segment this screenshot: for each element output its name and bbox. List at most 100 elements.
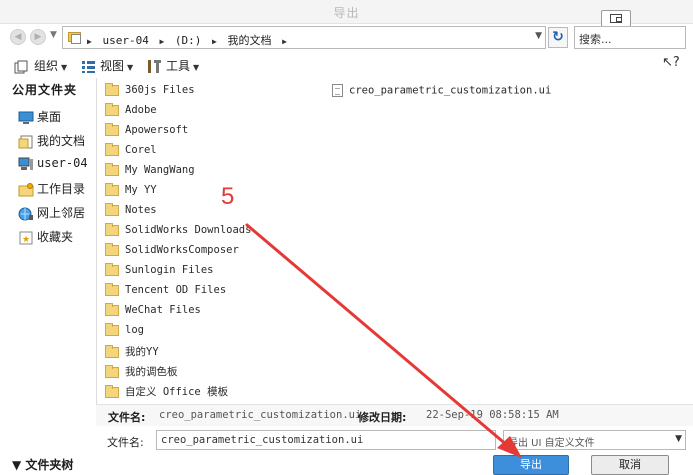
file-icon (332, 84, 343, 97)
tools-icon (148, 60, 161, 73)
history-dropdown-button[interactable]: ▼ (50, 30, 57, 40)
list-item-folder[interactable]: Notes (105, 202, 157, 222)
views-icon (82, 60, 95, 73)
list-item-folder[interactable]: 我的调色板 (105, 364, 178, 382)
list-item-folder[interactable]: Corel (105, 142, 157, 162)
chevron-down-icon: ▼ (50, 30, 57, 40)
sidebar-item-working-dir[interactable]: 工作目录 (18, 180, 85, 198)
sidebar: 公用文件夹 桌面 我的文档 user-04 工作目录 网上邻居 ★ 收藏夹 (0, 78, 95, 458)
export-button[interactable]: 导出 (493, 455, 569, 475)
details-date-value: 22-Sep-19 08:58:15 AM (426, 409, 559, 421)
sidebar-title: 公用文件夹 (12, 83, 78, 97)
folder-icon (105, 82, 119, 96)
annotation-step-number: 5 (221, 183, 235, 210)
back-button[interactable]: ◀ (10, 29, 26, 45)
folder-tree-label: 文件夹树 (25, 458, 74, 472)
folder-name: SolidWorksComposer (125, 244, 239, 256)
breadcrumb-separator-icon: ▶ (87, 37, 92, 46)
sidebar-item-favorites[interactable]: ★ 收藏夹 (18, 228, 73, 246)
list-item-folder[interactable]: Apowersoft (105, 122, 188, 142)
help-pointer-icon[interactable]: ↖? (662, 55, 680, 70)
chevron-down-icon: ▼ (193, 63, 200, 72)
folder-icon (105, 182, 119, 196)
list-item-folder[interactable]: SolidWorksComposer (105, 242, 239, 262)
folder-icon (105, 102, 119, 116)
sidebar-item-label: 网上邻居 (37, 206, 86, 220)
organize-label: 组织 (34, 59, 59, 73)
folder-icon (105, 282, 119, 296)
folder-name: Tencent OD Files (125, 284, 227, 296)
sidebar-item-documents[interactable]: 我的文档 (18, 132, 85, 150)
breadcrumb-item-folder[interactable]: 我的文档 (227, 34, 271, 47)
folder-name: My YY (125, 184, 157, 196)
breadcrumb-item-computer[interactable]: user-04 (102, 34, 148, 47)
window-icon (610, 14, 622, 23)
folder-name: Adobe (125, 104, 157, 116)
folder-tree-toggle[interactable]: ▼ 文件夹树 (12, 456, 73, 473)
folder-icon (105, 222, 119, 236)
views-menu-button[interactable]: 视图 ▼ (81, 57, 133, 75)
restore-window-button[interactable] (601, 10, 631, 27)
breadcrumb-separator-icon: ▶ (212, 37, 217, 46)
sidebar-item-computer[interactable]: user-04 (18, 156, 88, 174)
collapse-arrow-icon: ▼ (12, 458, 26, 472)
list-item-folder[interactable]: 我的YY (105, 344, 159, 362)
filename-row: 文件名: creo_parametric_customization.ui 导出… (96, 428, 693, 454)
details-name-value: creo_parametric_customization.ui (159, 409, 362, 421)
list-item-folder[interactable]: Sunlogin Files (105, 262, 214, 282)
folder-name: 自定义 Office 模板 (125, 386, 229, 398)
chevron-down-icon: ▼ (675, 434, 682, 444)
sidebar-item-label: 工作目录 (37, 182, 86, 196)
sidebar-item-desktop[interactable]: 桌面 (18, 108, 61, 126)
list-item-folder[interactable]: My YY (105, 182, 157, 202)
search-input[interactable]: 搜索... (574, 26, 686, 49)
list-item-file[interactable]: creo_parametric_customization.ui (332, 84, 551, 102)
folder-location-icon (67, 30, 83, 44)
folder-name: Sunlogin Files (125, 264, 214, 276)
folder-name: 360js Files (125, 84, 195, 96)
list-item-folder[interactable]: log (105, 322, 144, 342)
folder-name: Corel (125, 144, 157, 156)
tools-label: 工具 (166, 59, 191, 73)
folder-icon (105, 162, 119, 176)
organize-menu-button[interactable]: 组织 ▼ (14, 57, 67, 75)
file-name: creo_parametric_customization.ui (349, 84, 552, 97)
list-item-folder[interactable]: 自定义 Office 模板 (105, 384, 228, 402)
breadcrumb-separator-icon: ▶ (159, 37, 165, 46)
cancel-button[interactable]: 取消 (591, 455, 669, 475)
list-item-folder[interactable]: Adobe (105, 102, 157, 122)
file-list: 360js Files Adobe Apowersoft Corel My Wa… (96, 78, 693, 404)
svg-text:★: ★ (22, 235, 30, 245)
tools-menu-button[interactable]: 工具 ▼ (146, 57, 199, 75)
chevron-down-icon: ▼ (127, 63, 134, 72)
details-name-label: 文件名: (108, 411, 146, 424)
list-item-folder[interactable]: WeChat Files (105, 302, 201, 322)
computer-icon (18, 157, 34, 171)
folder-icon (105, 384, 119, 398)
sidebar-item-network[interactable]: 网上邻居 (18, 204, 85, 222)
forward-button[interactable]: ▶ (30, 29, 46, 45)
toolbar: 组织 ▼ 视图 ▼ 工具 ▼ (0, 54, 693, 78)
bottom-bar: ▼ 文件夹树 导出 取消 (0, 454, 693, 475)
file-type-value: 导出 UI 自定义文件 (508, 438, 595, 449)
address-bar[interactable]: ▶ user-04 ▶ (D:) ▶ 我的文档 ▶ ▼ (62, 26, 546, 49)
list-item-folder[interactable]: SolidWorks Downloads (105, 222, 251, 242)
filename-label: 文件名: (107, 436, 144, 449)
network-icon (18, 207, 34, 221)
address-dropdown-icon[interactable]: ▼ (535, 31, 542, 41)
file-type-select[interactable]: 导出 UI 自定义文件 ▼ (503, 430, 686, 450)
working-dir-icon (18, 182, 34, 197)
filename-input[interactable]: creo_parametric_customization.ui (156, 430, 496, 450)
folder-icon (105, 242, 119, 256)
sidebar-item-label: user-04 (37, 156, 88, 170)
chevron-down-icon: ▼ (61, 63, 68, 72)
breadcrumb-item-drive[interactable]: (D:) (175, 34, 202, 47)
list-item-folder[interactable]: My WangWang (105, 162, 195, 182)
organize-icon (14, 60, 28, 73)
list-item-folder[interactable]: Tencent OD Files (105, 282, 227, 302)
refresh-button[interactable]: ↻ (548, 27, 568, 48)
folder-icon (105, 202, 119, 216)
breadcrumb: ▶ user-04 ▶ (D:) ▶ 我的文档 ▶ (87, 32, 291, 48)
window-title: 导出 (333, 6, 360, 20)
list-item-folder[interactable]: 360js Files (105, 82, 195, 102)
